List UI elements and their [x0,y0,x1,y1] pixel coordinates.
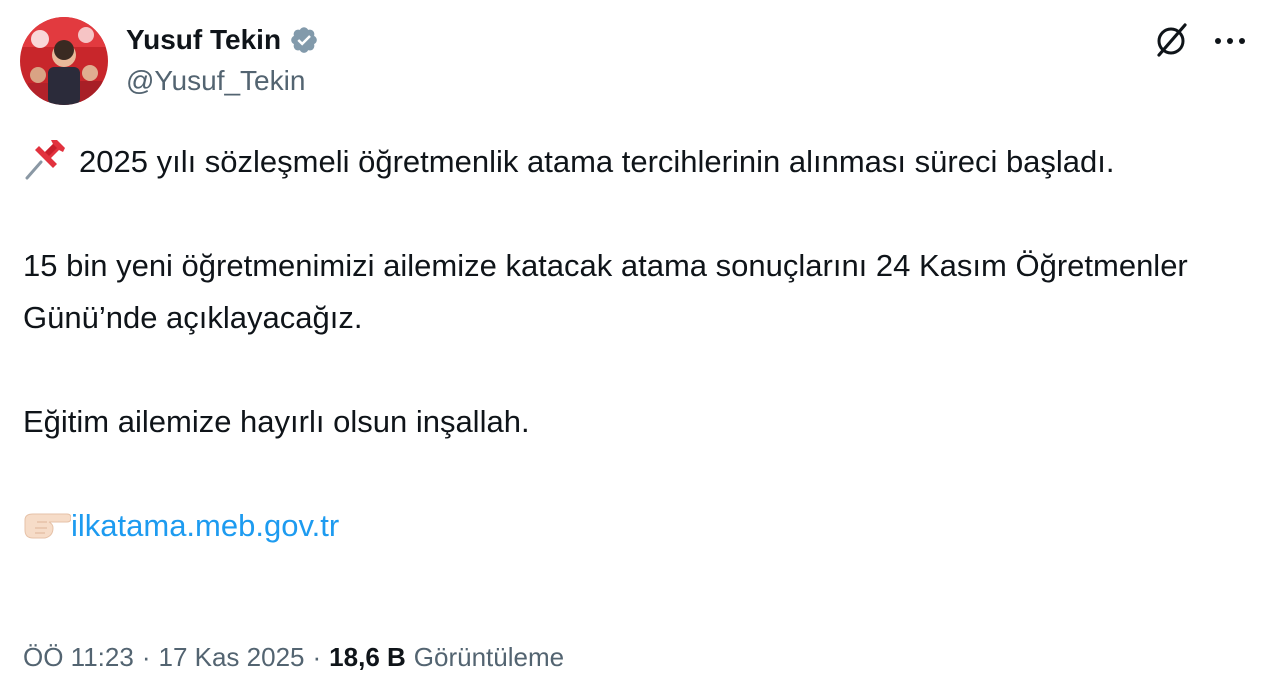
meta-separator: · [312,642,322,672]
tweet-link[interactable]: ilkatama.meb.gov.tr [71,508,339,543]
avatar[interactable] [20,17,108,105]
tweet-metadata: ÖÖ 11:23 · 17 Kas 2025 · 18,6 B Görüntül… [23,642,564,673]
more-options-button[interactable] [1208,20,1252,64]
tweet-paragraph-3: Eğitim ailemize hayırlı olsun inşallah. [23,404,530,439]
tweet-line-1: 2025 yılı sözleşmeli öğretmenlik atama t… [79,144,1115,179]
author-name-row: Yusuf Tekin [126,22,319,58]
pointing-right-emoji [23,506,72,542]
tweet-paragraph-4: ilkatama.meb.gov.tr [23,500,1258,552]
meta-separator: · [141,642,151,672]
views-label: Görüntüleme [413,642,565,672]
tweet-paragraph-2: 15 bin yeni öğretmenimizi ailemize katac… [23,248,1188,335]
avatar-photo [20,17,108,105]
views-count: 18,6 B [329,642,406,672]
tweet-paragraph-1: 2025 yılı sözleşmeli öğretmenlik atama t… [23,136,1258,188]
pushpin-emoji [23,138,67,180]
author-handle[interactable]: @Yusuf_Tekin [126,65,305,97]
tweet-text: 2025 yılı sözleşmeli öğretmenlik atama t… [23,136,1258,552]
verified-badge-icon [289,25,319,55]
grok-button[interactable] [1150,20,1194,64]
author-display-name[interactable]: Yusuf Tekin [126,24,281,56]
more-options-icon [1214,33,1246,51]
tweet-date[interactable]: 17 Kas 2025 [158,642,304,673]
tweet-time[interactable]: ÖÖ 11:23 [23,642,134,673]
tweet-card: Yusuf Tekin @Yusuf_Tekin 2025 yılı sözle… [0,0,1280,699]
grok-icon [1153,21,1191,64]
